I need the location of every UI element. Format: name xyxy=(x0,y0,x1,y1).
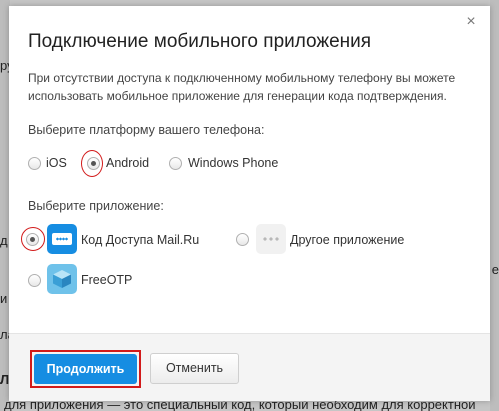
background-page-right xyxy=(490,0,499,411)
freeotp-cube-icon[interactable] xyxy=(47,264,77,294)
dialog-description: При отсутствии доступа к подключенному м… xyxy=(28,71,456,103)
background-text-fragment: Л xyxy=(0,372,10,387)
radio-freeotp-app[interactable] xyxy=(28,274,41,287)
highlight-circle xyxy=(81,150,103,177)
radio-ios[interactable] xyxy=(28,157,41,170)
background-text-fragment: и xyxy=(0,291,8,306)
background-text-fragment: д xyxy=(0,233,8,248)
mailru-code-app-icon[interactable] xyxy=(47,224,77,254)
connect-mobile-app-dialog: × Подключение мобильного приложения При … xyxy=(9,6,490,401)
radio-windows-phone[interactable] xyxy=(169,157,182,170)
platform-label: Выберите платформу вашего телефона: xyxy=(28,123,265,137)
radio-other-app[interactable] xyxy=(236,233,249,246)
highlight-rectangle xyxy=(30,350,141,388)
platform-android-label[interactable]: Android xyxy=(106,156,149,170)
platform-ios-label[interactable]: iOS xyxy=(46,156,67,170)
cancel-button[interactable]: Отменить xyxy=(150,353,239,384)
background-text-fragment: е xyxy=(491,262,499,277)
app-mailru-label[interactable]: Код Доступа Mail.Ru xyxy=(81,233,199,247)
highlight-circle xyxy=(21,227,45,251)
platform-windows-phone-label[interactable]: Windows Phone xyxy=(188,156,278,170)
app-freeotp-label[interactable]: FreeOTP xyxy=(81,273,132,287)
close-icon[interactable]: × xyxy=(464,14,478,30)
dialog-title: Подключение мобильного приложения xyxy=(28,31,372,52)
app-other-label[interactable]: Другое приложение xyxy=(290,233,404,247)
more-dots-icon[interactable] xyxy=(256,224,286,254)
app-label: Выберите приложение: xyxy=(28,199,164,213)
